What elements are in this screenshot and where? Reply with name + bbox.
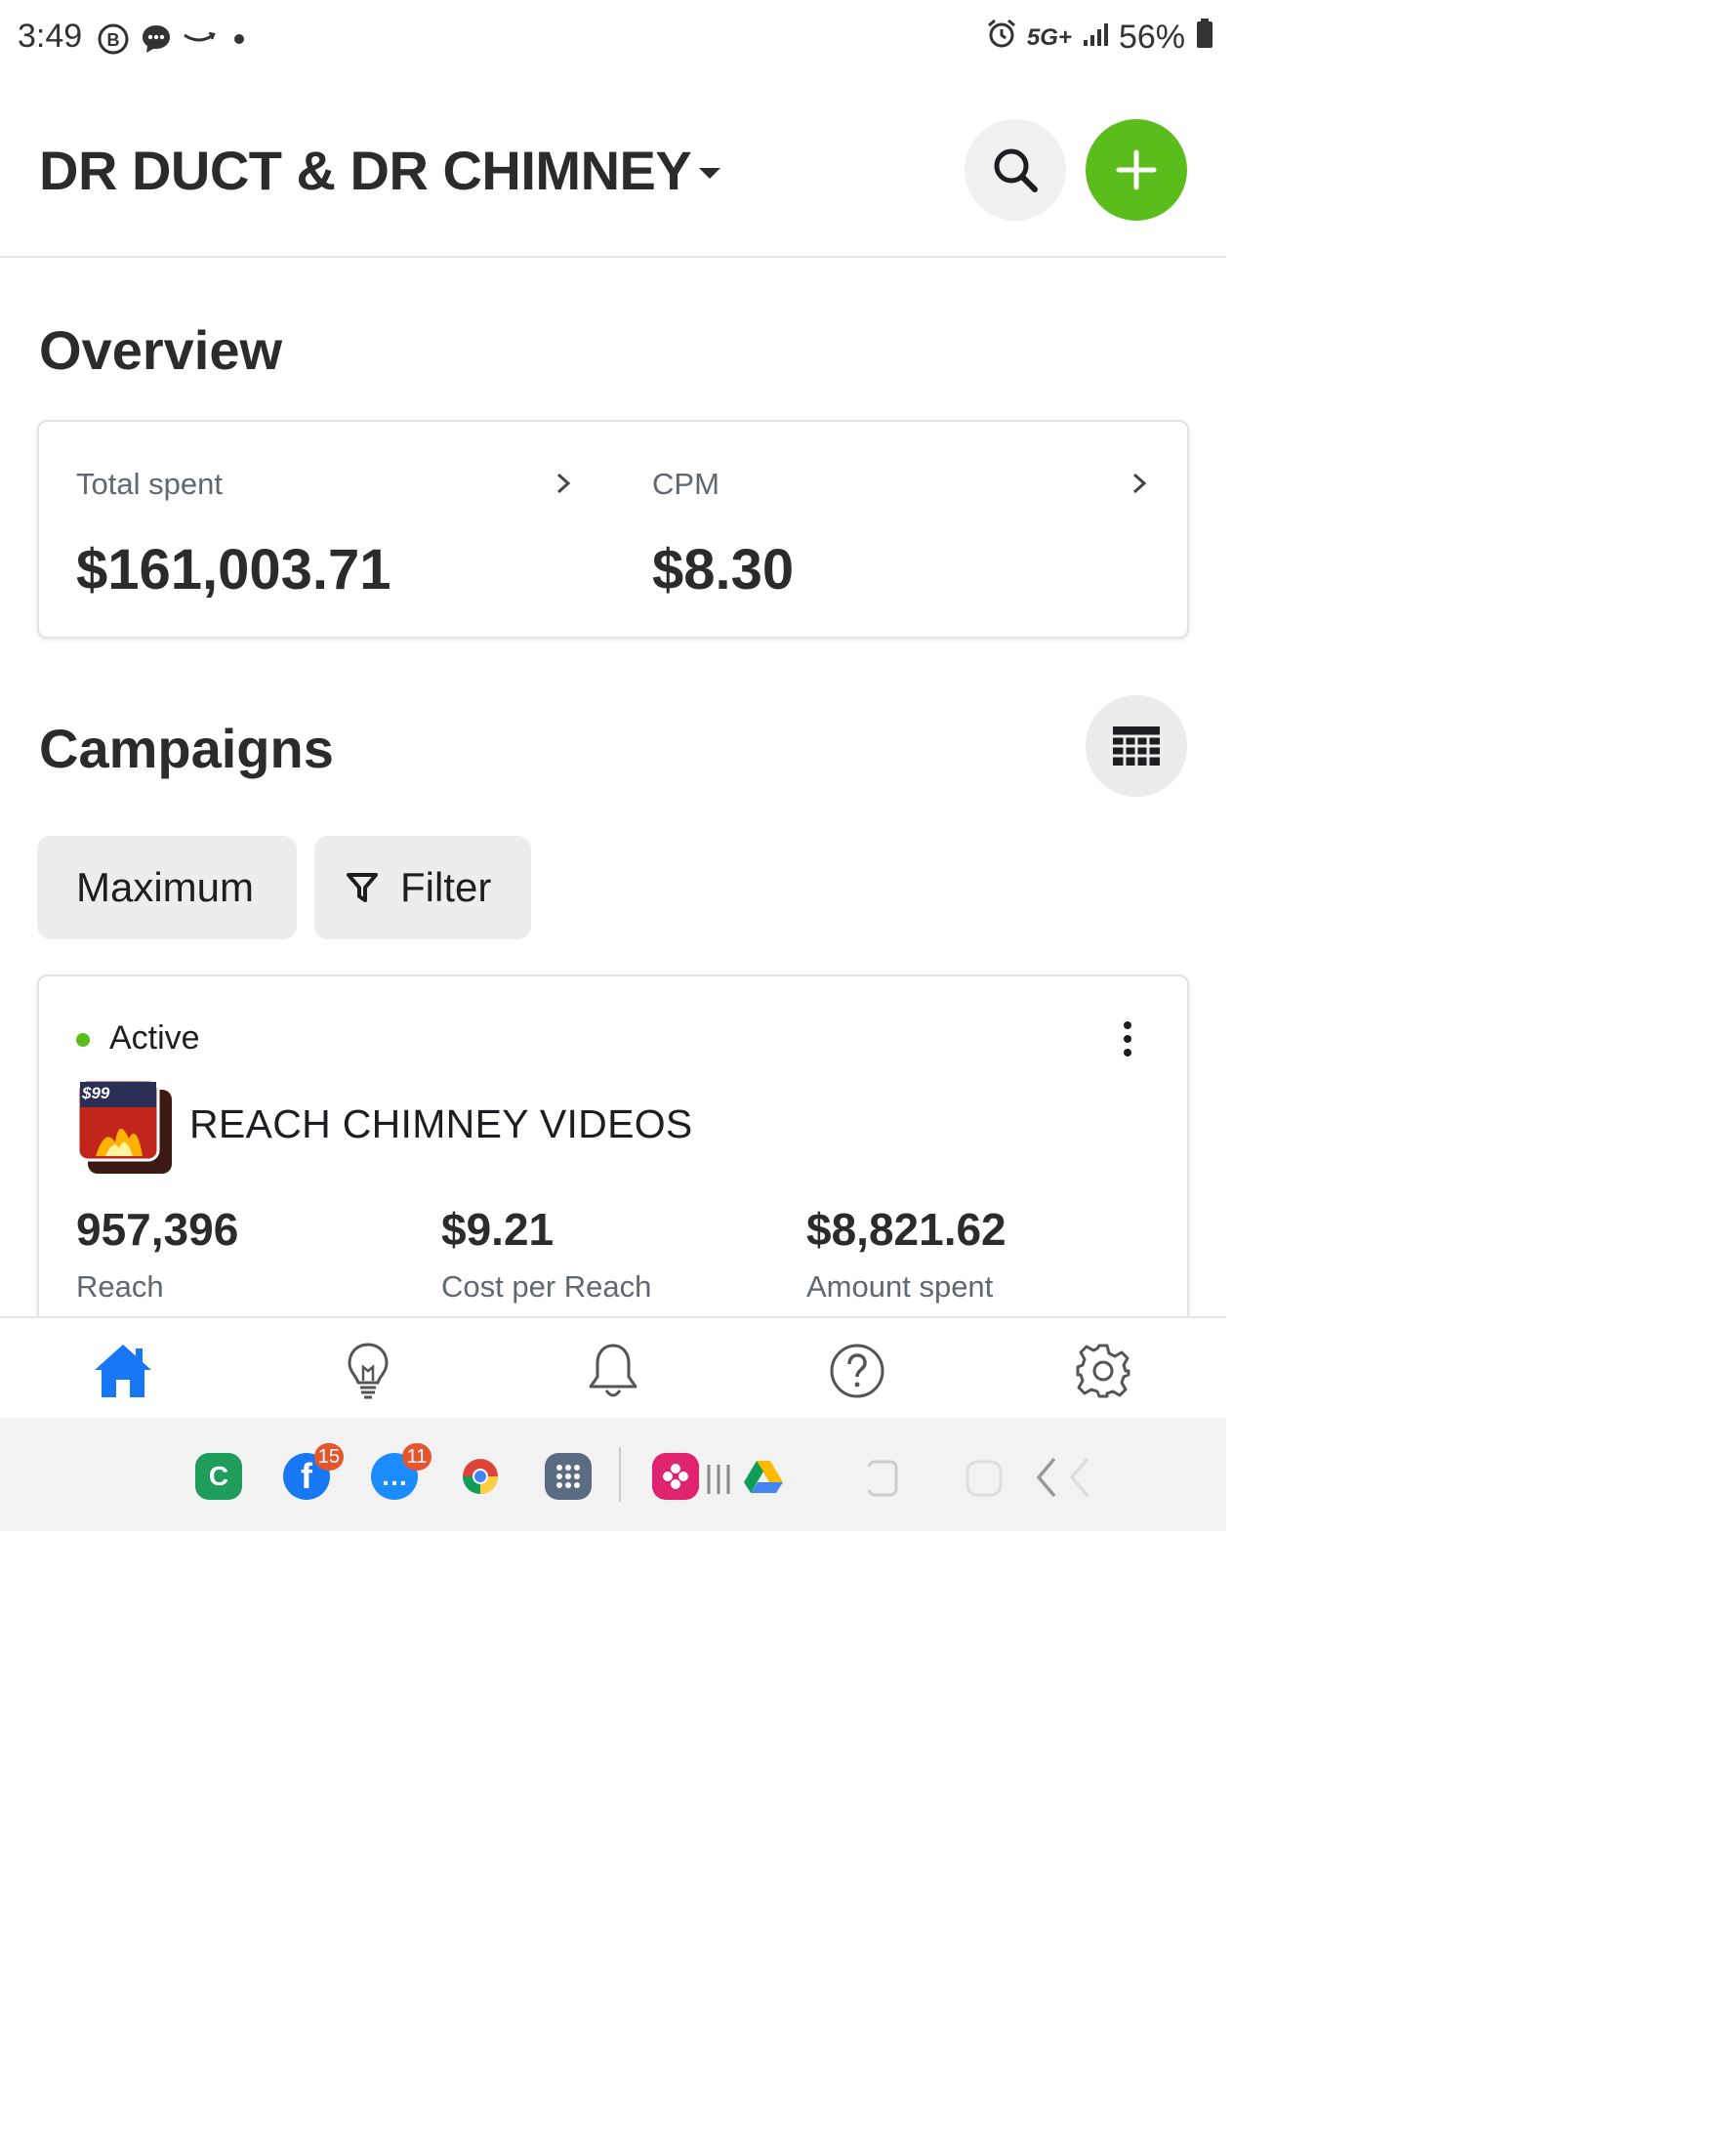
facebook-app-icon[interactable]: f 15 [283, 1443, 344, 1500]
nav-insights[interactable] [337, 1340, 399, 1402]
filter-button[interactable]: Filter [314, 836, 531, 939]
home-nav-button[interactable] [965, 1459, 1004, 1503]
caret-down-icon [699, 168, 721, 179]
status-time: 3:49 [18, 18, 83, 55]
recents-icon [866, 1460, 898, 1497]
drive-app-icon[interactable] [740, 1453, 787, 1500]
reach-label: Reach [76, 1269, 164, 1304]
home-icon [95, 1345, 151, 1397]
messages-app-glyph: … [381, 1461, 408, 1491]
bottom-nav [0, 1316, 1226, 1418]
status-bar: 3:49 B 5G+ 56% [0, 0, 1226, 78]
svg-text:B: B [107, 30, 120, 50]
apps-grid-icon[interactable] [545, 1453, 592, 1500]
alarm-icon [986, 18, 1017, 58]
home-nav-icon [966, 1460, 1003, 1497]
nav-notifications[interactable] [582, 1340, 644, 1402]
campaign-card[interactable]: Active $99 REACH CHIMNEY VIDEOS 957,396 … [37, 974, 1189, 1346]
help-icon [830, 1344, 884, 1398]
campaign-name: REACH CHIMNEY VIDEOS [189, 1101, 693, 1146]
messages-badge: 11 [402, 1443, 432, 1471]
chat-bubble-icon [139, 21, 174, 57]
nav-settings[interactable] [1072, 1340, 1134, 1402]
b-circle-icon: B [96, 21, 131, 57]
battery-icon [1195, 18, 1214, 58]
account-name: DR DUCT & DR CHIMNEY [39, 140, 692, 201]
more-options-icon[interactable] [1113, 1019, 1142, 1058]
search-button[interactable] [965, 119, 1066, 221]
total-spent-label: Total spent [76, 467, 223, 501]
overview-title: Overview [39, 319, 283, 381]
account-switcher[interactable]: DR DUCT & DR CHIMNEY [39, 139, 721, 202]
sort-maximum-button[interactable]: Maximum [37, 836, 297, 939]
signal-icon [1082, 19, 1109, 57]
system-dock: C f 15 … 11 [0, 1418, 1226, 1531]
status-right: 5G+ 56% [986, 18, 1214, 58]
filter-label: Filter [400, 864, 492, 910]
cpm-value: $8.30 [652, 538, 795, 601]
c-app-icon[interactable]: C [195, 1453, 242, 1500]
c-app-letter: C [208, 1461, 229, 1491]
chevron-right-icon [1132, 473, 1147, 494]
overview-card: Total spent $161,003.71 CPM $8.30 [37, 420, 1189, 639]
campaign-thumbnail: $99 [76, 1078, 174, 1176]
back-nav-button[interactable] [1033, 1455, 1095, 1505]
app-header: DR DUCT & DR CHIMNEY [0, 78, 1226, 258]
messages-app-icon[interactable]: … 11 [371, 1443, 432, 1500]
reach-value: 957,396 [76, 1204, 239, 1255]
chevron-right-icon [556, 473, 571, 494]
facebook-badge: 15 [313, 1443, 344, 1471]
dock-divider [619, 1447, 621, 1502]
bell-icon [589, 1344, 637, 1397]
back-icon [1036, 1457, 1089, 1498]
amount-spent-value: $8,821.62 [806, 1204, 1007, 1255]
amazon-smile-icon [182, 21, 217, 57]
search-icon [994, 148, 1038, 192]
gallery-app-icon[interactable] [652, 1453, 699, 1500]
network-label: 5G+ [1026, 23, 1072, 51]
lightbulb-icon [348, 1343, 389, 1399]
total-spent-tile[interactable]: Total spent $161,003.71 [39, 422, 615, 637]
dot-icon [230, 21, 248, 57]
plus-icon [1116, 149, 1157, 190]
chrome-app-icon[interactable] [457, 1453, 504, 1500]
battery-percent: 56% [1118, 19, 1185, 56]
cost-per-reach-value: $9.21 [441, 1204, 555, 1255]
campaign-status: Active [109, 1019, 200, 1057]
settings-icon [1076, 1344, 1130, 1398]
cost-per-reach-label: Cost per Reach [441, 1269, 652, 1304]
campaigns-title: Campaigns [39, 718, 334, 779]
recent-bars-icon [705, 1465, 738, 1499]
table-icon [1113, 726, 1160, 766]
table-view-button[interactable] [1086, 695, 1187, 797]
sort-label: Maximum [76, 864, 255, 910]
cpm-label: CPM [652, 467, 719, 501]
total-spent-value: $161,003.71 [76, 538, 391, 601]
create-button[interactable] [1086, 119, 1187, 221]
status-dot [76, 1033, 90, 1047]
thumb-price: $99 [82, 1084, 110, 1102]
recents-button[interactable] [863, 1459, 902, 1503]
filter-icon [347, 873, 378, 902]
facebook-app-letter: f [301, 1456, 312, 1496]
amount-spent-label: Amount spent [806, 1269, 994, 1304]
cpm-tile[interactable]: CPM $8.30 [615, 422, 1189, 637]
nav-home[interactable] [92, 1340, 154, 1402]
nav-help[interactable] [826, 1340, 888, 1402]
